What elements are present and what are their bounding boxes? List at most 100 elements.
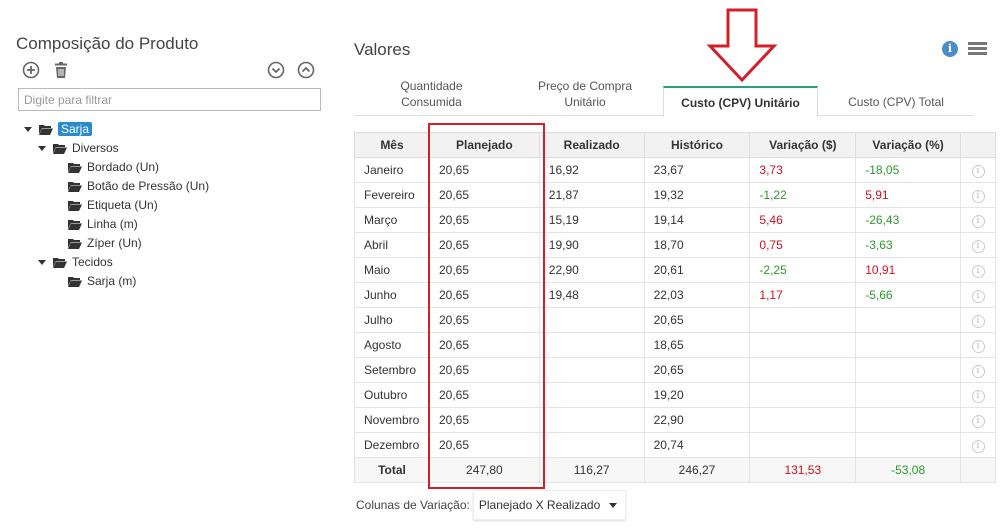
table-row[interactable]: Abril 20,65 19,90 18,70 0,75 -3,63 i [354,232,996,258]
cell-variacao-valor [749,357,857,383]
cell-historico: 18,65 [643,332,751,358]
total-realizado: 116,27 [538,457,645,483]
header-historico[interactable]: Histórico [643,132,751,158]
header-planejado[interactable]: Planejado [428,132,540,158]
row-info-icon[interactable]: i [971,415,985,428]
tree-node-group[interactable]: Diversos [38,139,119,157]
row-info-icon[interactable]: i [971,315,985,328]
table-row[interactable]: Maio 20,65 22,90 20,61 -2,25 10,91 i [354,257,996,283]
header-variacao-pct[interactable]: Variação (%) [855,132,962,158]
cell-variacao-valor: 5,46 [749,207,857,233]
tree-node-label: Tecidos [72,255,113,269]
folder-open-icon [68,238,82,249]
cell-variacao-valor [749,407,857,433]
row-info-icon[interactable]: i [971,265,985,278]
tree-leaf[interactable]: Sarja (m) [68,272,136,290]
cell-realizado [538,307,645,333]
expand-all-icon[interactable] [267,61,285,79]
cell-planejado: 20,65 [428,182,540,208]
cell-variacao-valor [749,307,857,333]
header-variacao-valor[interactable]: Variação ($) [749,132,857,158]
trash-icon[interactable] [52,61,70,79]
cell-mes: Abril [354,232,430,258]
cell-historico: 20,74 [643,432,751,458]
cell-variacao-pct: 5,91 [855,182,962,208]
chevron-down-icon [609,502,618,508]
cell-planejado: 20,65 [428,207,540,233]
filter-input[interactable] [18,88,321,111]
folder-open-icon [53,257,67,268]
table-row[interactable]: Novembro 20,65 22,90 i [354,407,996,433]
row-info-cell: i [960,432,996,458]
cell-historico: 19,14 [643,207,751,233]
row-info-icon[interactable]: i [971,440,985,453]
cell-variacao-pct [855,432,962,458]
tab-custo-unitario[interactable]: Custo (CPV) Unitário [663,86,818,117]
row-info-icon[interactable]: i [971,365,985,378]
tab-custo-total[interactable]: Custo (CPV) Total [820,76,972,116]
cell-planejado: 20,65 [428,257,540,283]
header-realizado[interactable]: Realizado [538,132,645,158]
table-row[interactable]: Julho 20,65 20,65 i [354,307,996,333]
caret-down-icon[interactable] [38,259,46,265]
info-icon[interactable]: i [942,41,958,57]
tree-node-root[interactable]: Sarja [24,120,93,138]
values-tabs: Quantidade Consumida Preço de Compra Uni… [354,76,974,117]
table-row[interactable]: Agosto 20,65 18,65 i [354,332,996,358]
cell-variacao-valor: 0,75 [749,232,857,258]
tree-leaf[interactable]: Botão de Pressão (Un) [68,177,209,195]
folder-open-icon [39,124,53,135]
tree-leaf[interactable]: Linha (m) [68,215,138,233]
variation-dropdown[interactable]: Planejado X Realizado [472,490,627,520]
header-mes[interactable]: Mês [354,132,430,158]
row-info-icon[interactable]: i [971,340,985,353]
tree-leaf[interactable]: Bordado (Un) [68,158,159,176]
collapse-all-icon[interactable] [297,61,315,79]
row-info-cell: i [960,307,996,333]
table-row[interactable]: Setembro 20,65 20,65 i [354,357,996,383]
table-row[interactable]: Janeiro 20,65 16,92 23,67 3,73 -18,05 i [354,157,996,183]
table-header-row: Mês Planejado Realizado Histórico Variaç… [354,132,996,158]
cell-variacao-valor [749,432,857,458]
cell-historico: 18,70 [643,232,751,258]
total-variacao-valor: 131,53 [749,457,857,483]
tab-quantidade[interactable]: Quantidade Consumida [354,76,509,116]
cell-realizado: 21,87 [538,182,645,208]
cell-variacao-valor [749,382,857,408]
cell-planejado: 20,65 [428,157,540,183]
tree-toolbar [22,61,322,81]
cell-mes: Fevereiro [354,182,430,208]
caret-down-icon[interactable] [38,145,46,151]
menu-icon[interactable] [968,42,987,56]
tab-preco[interactable]: Preço de Compra Unitário [509,76,661,116]
folder-open-icon [53,143,67,154]
row-info-cell: i [960,407,996,433]
table-row[interactable]: Fevereiro 20,65 21,87 19,32 -1,22 5,91 i [354,182,996,208]
tab-label: Custo (CPV) Unitário [681,96,800,110]
row-info-icon[interactable]: i [971,165,985,178]
cell-historico: 20,61 [643,257,751,283]
row-info-icon[interactable]: i [971,290,985,303]
table-row[interactable]: Março 20,65 15,19 19,14 5,46 -26,43 i [354,207,996,233]
cell-planejado: 20,65 [428,282,540,308]
table-row[interactable]: Outubro 20,65 19,20 i [354,382,996,408]
variation-columns-control: Colunas de Variação: Planejado X Realiza… [356,490,627,520]
tree-leaf[interactable]: Etiqueta (Un) [68,196,158,214]
row-info-icon[interactable]: i [971,240,985,253]
cell-variacao-pct: -18,05 [855,157,962,183]
row-info-icon[interactable]: i [971,215,985,228]
tree-leaf-label: Bordado (Un) [87,160,160,174]
table-row[interactable]: Dezembro 20,65 20,74 i [354,432,996,458]
tree-node-group[interactable]: Tecidos [38,253,113,271]
total-variacao-pct: -53,08 [855,457,962,483]
cell-historico: 22,03 [643,282,751,308]
add-circle-icon[interactable] [22,61,40,79]
row-info-icon[interactable]: i [971,190,985,203]
caret-down-icon[interactable] [24,126,32,132]
row-info-icon[interactable]: i [971,390,985,403]
tree-leaf-label: Linha (m) [87,217,138,231]
tree-leaf[interactable]: Zíper (Un) [68,234,142,252]
tab-label: Quantidade Consumida [400,79,463,109]
cell-historico: 23,67 [643,157,751,183]
table-row[interactable]: Junho 20,65 19,48 22,03 1,17 -5,66 i [354,282,996,308]
